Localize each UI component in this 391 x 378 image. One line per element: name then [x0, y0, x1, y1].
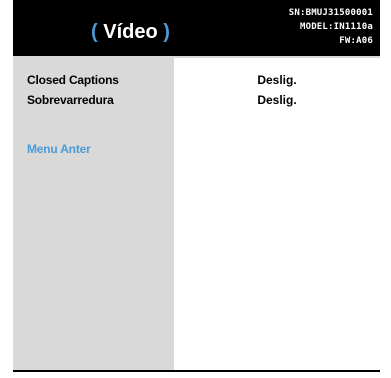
osd-menu-window: ( Vídeo ) SN:BMUJ31500001 MODEL:IN1110a … [13, 0, 380, 372]
title-open-paren: ( [91, 21, 98, 43]
title-text: Vídeo [97, 21, 164, 43]
model-number: MODEL:IN1110a [299, 22, 373, 32]
serial-number: SN:BMUJ31500001 [288, 8, 373, 18]
device-info: SN:BMUJ31500001 MODEL:IN1110a FW:A06 [289, 6, 373, 48]
firmware-version: FW:A06 [339, 36, 373, 46]
title-close-paren: ) [163, 21, 170, 43]
menu-item-overscan[interactable]: Sobrevarredura [27, 93, 114, 107]
overscan-value[interactable]: Deslig. [174, 93, 380, 107]
menu-title: ( Vídeo ) [91, 20, 170, 44]
menu-item-back[interactable]: Menu Anter [27, 142, 91, 156]
bottom-border [13, 370, 380, 372]
closed-captions-value[interactable]: Deslig. [174, 73, 380, 87]
menu-body: Closed Captions Sobrevarredura Menu Ante… [13, 56, 380, 370]
menu-list: Closed Captions Sobrevarredura Menu Ante… [13, 56, 173, 370]
menu-item-closed-captions[interactable]: Closed Captions [27, 73, 119, 87]
menu-header: ( Vídeo ) SN:BMUJ31500001 MODEL:IN1110a … [13, 0, 380, 56]
values-panel: Deslig. Deslig. [174, 58, 380, 370]
